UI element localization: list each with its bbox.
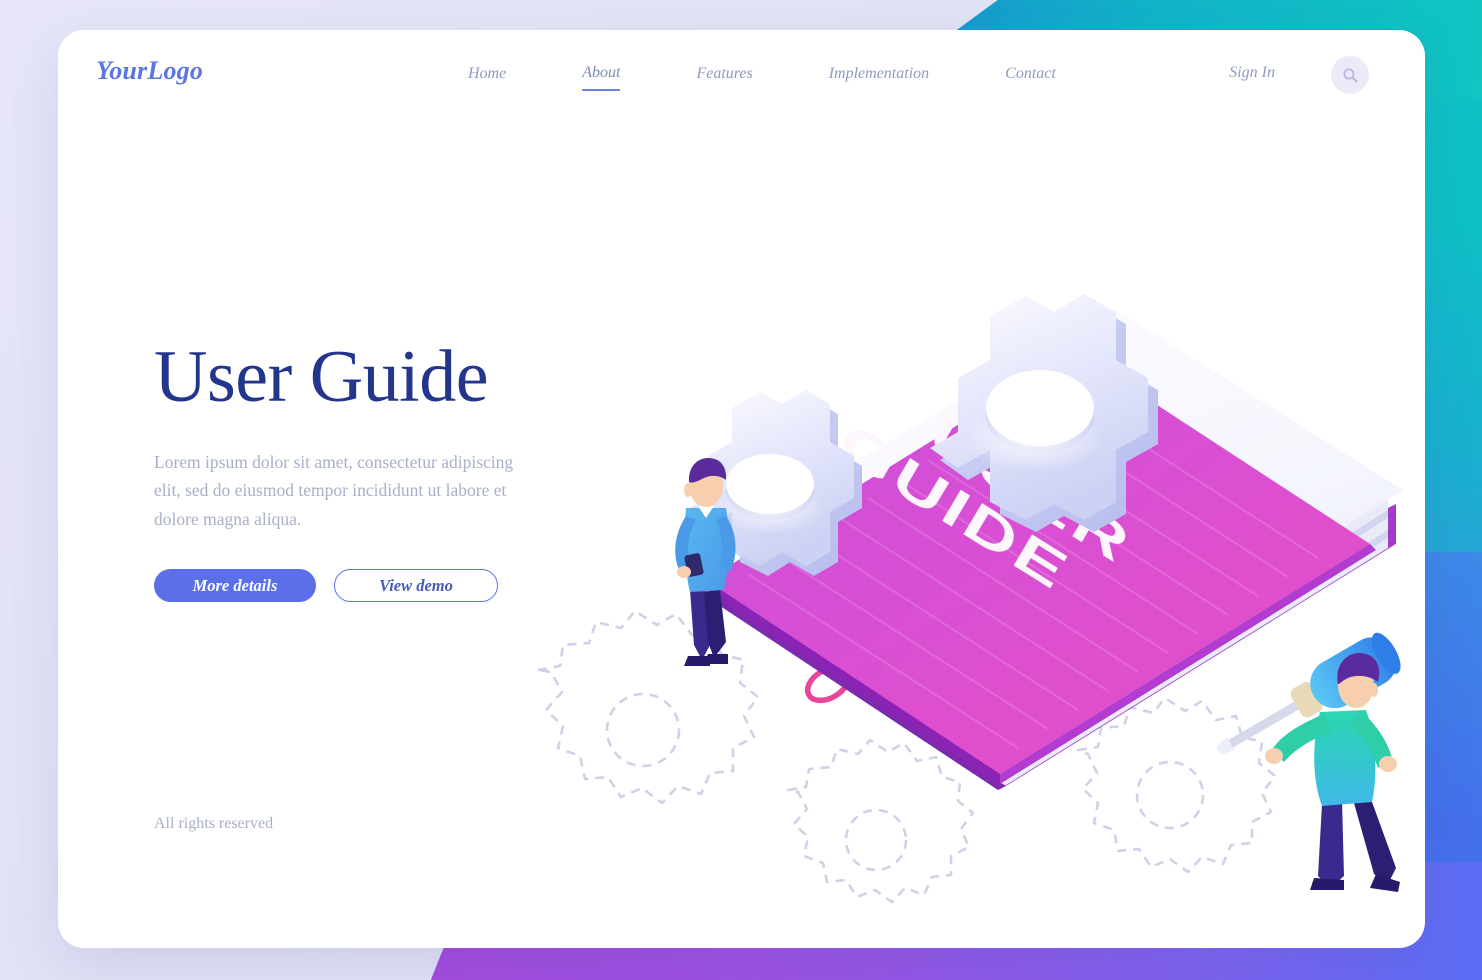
nav-item-features[interactable]: Features xyxy=(696,61,752,90)
more-details-button[interactable]: More details xyxy=(154,569,316,603)
sign-in-link[interactable]: Sign In xyxy=(1229,64,1275,82)
nav-item-contact[interactable]: Contact xyxy=(1005,61,1056,90)
logo[interactable]: YourLogo xyxy=(96,56,203,86)
page-root: YourLogo Home About Features Implementat… xyxy=(0,0,1482,980)
search-icon xyxy=(1343,68,1358,83)
hero-illustration: USER GUIDE xyxy=(458,190,1418,930)
rights-text: All rights reserved xyxy=(154,815,274,832)
nav-item-about[interactable]: About xyxy=(582,60,621,91)
site-header: YourLogo Home About Features Implementat… xyxy=(58,30,1425,116)
person-with-screwdriver xyxy=(1216,632,1401,892)
main-navigation: Home About Features Implementation Conta… xyxy=(468,60,1056,91)
search-button[interactable] xyxy=(1331,56,1369,94)
nav-item-home[interactable]: Home xyxy=(468,61,506,90)
landing-card: YourLogo Home About Features Implementat… xyxy=(58,30,1425,948)
nav-item-implementation[interactable]: Implementation xyxy=(829,61,929,90)
